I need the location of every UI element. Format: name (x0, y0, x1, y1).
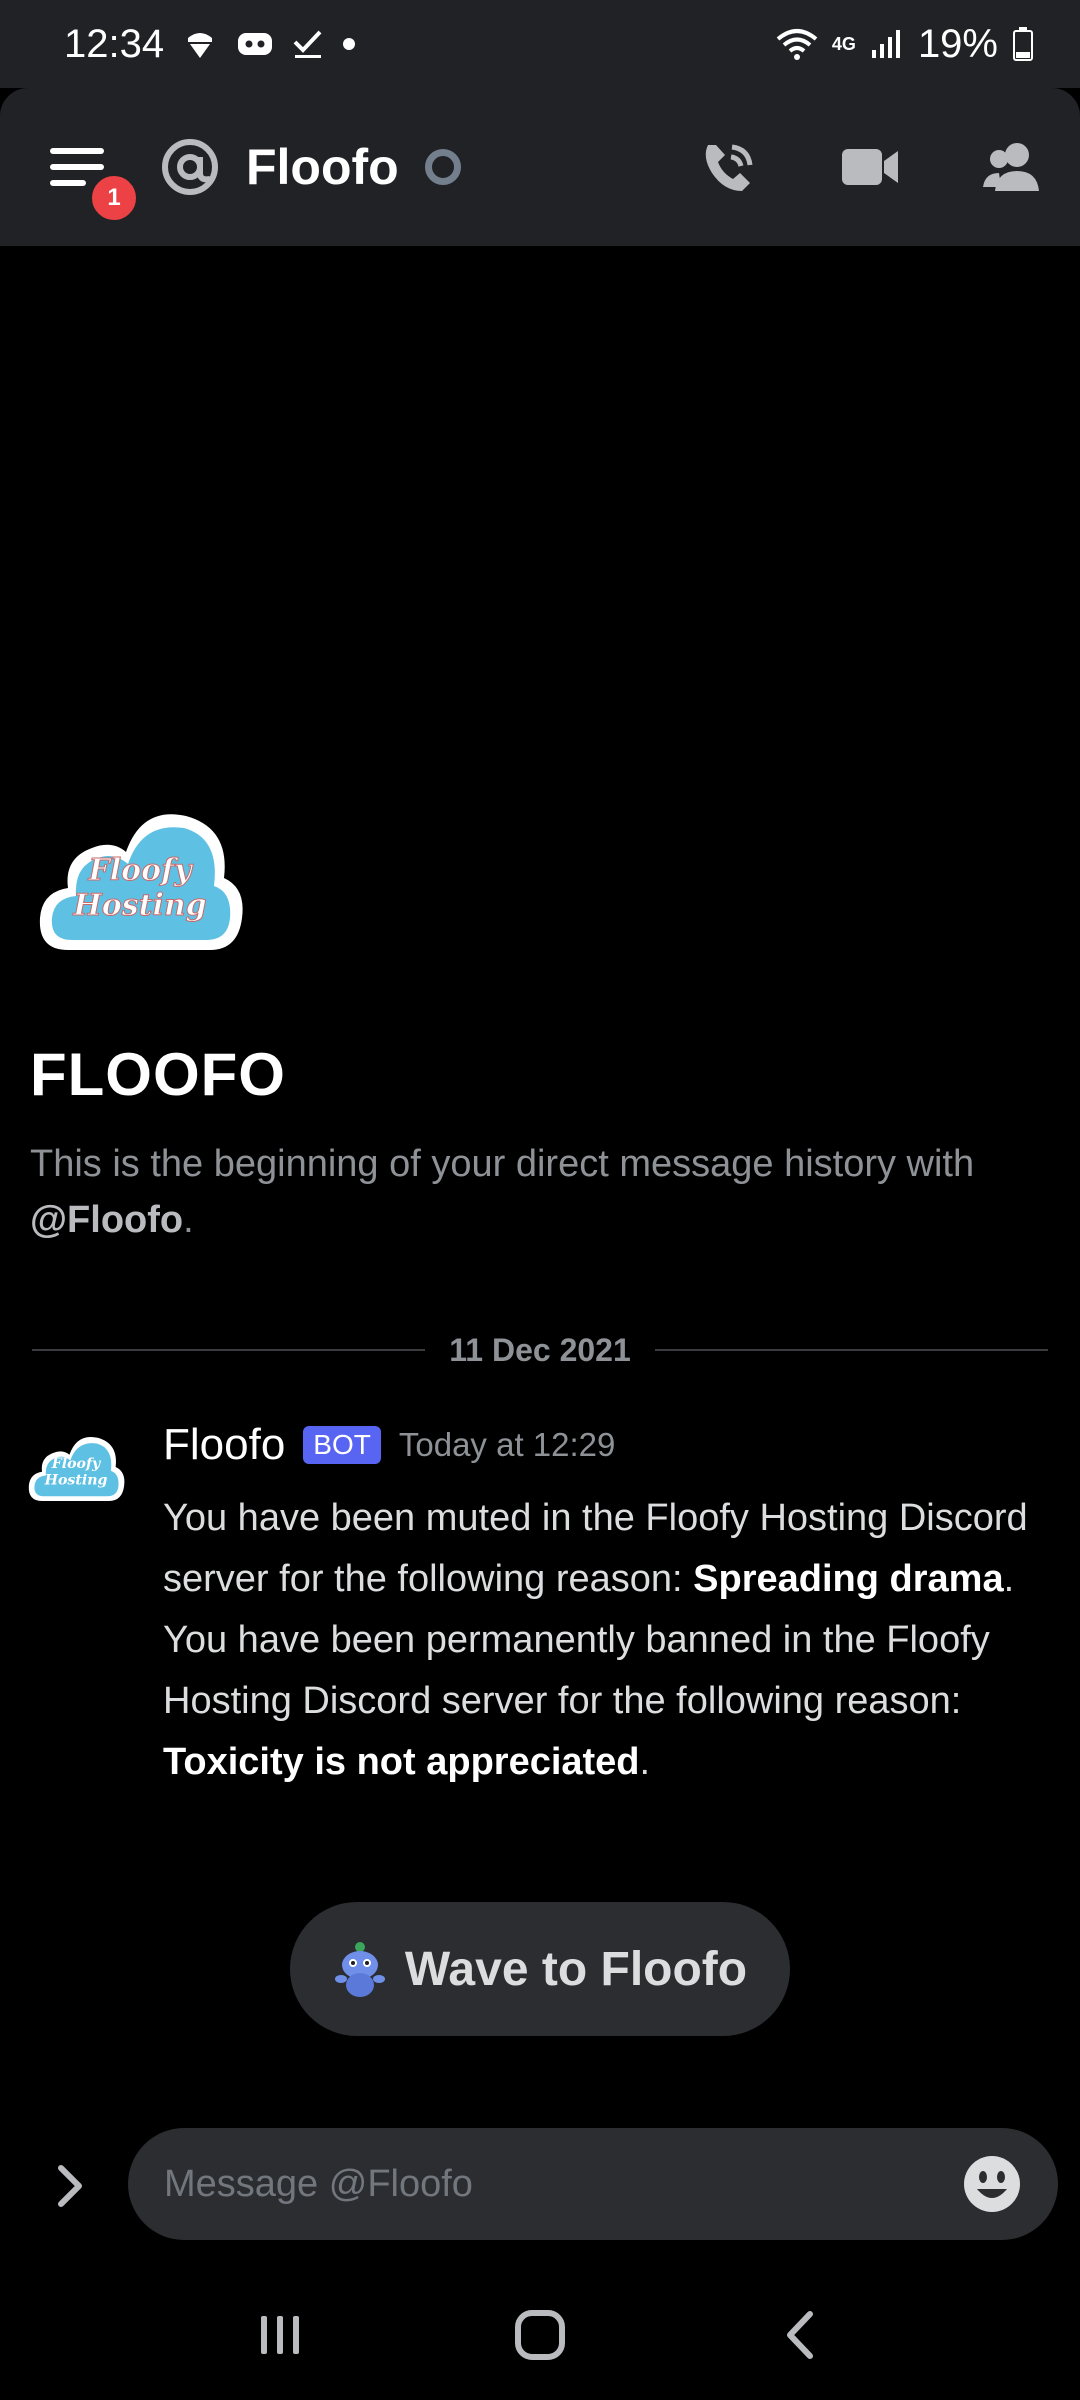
call-button[interactable] (696, 135, 760, 199)
recents-button[interactable] (240, 2295, 320, 2375)
task-check-icon (292, 28, 324, 60)
date-divider: 11 Dec 2021 (32, 1325, 1048, 1375)
video-icon (842, 149, 898, 185)
menu-button[interactable]: 1 (50, 138, 142, 226)
page-title[interactable]: Floofo (246, 138, 399, 196)
message-line2-prefix: You have been permanently banned in the … (163, 1619, 990, 1722)
divider-line-right (654, 1349, 1048, 1351)
expand-actions-button[interactable] (46, 2158, 94, 2214)
svg-text:Hosting: Hosting (44, 1473, 108, 1489)
wave-button[interactable]: Wave to Floofo (290, 1902, 790, 2036)
message-line2-suffix: . (639, 1741, 651, 1783)
dm-recipient-name: FLOOFO (30, 1041, 286, 1108)
battery-percent: 19% (917, 21, 998, 66)
at-icon (160, 137, 220, 197)
video-call-button[interactable] (838, 135, 902, 199)
emoji-button[interactable] (962, 2154, 1022, 2214)
wifi-icon (776, 27, 818, 61)
signal-icon (870, 28, 904, 60)
svg-text:Floofy: Floofy (87, 853, 194, 888)
message-input-placeholder: Message @Floofo (164, 2162, 473, 2205)
message-line: You have been permanently banned in the … (163, 1610, 1063, 1793)
divider-line-left (32, 1349, 426, 1351)
discord-notification-icon (236, 28, 274, 60)
status-time: 12:34 (64, 21, 165, 66)
back-button[interactable] (760, 2295, 840, 2375)
message-avatar[interactable]: Floofy Hosting (26, 1430, 126, 1506)
bot-tag: BOT (303, 1426, 381, 1464)
message-content[interactable]: You have been muted in the Floofy Hostin… (163, 1488, 1063, 1793)
dm-intro-suffix: . (183, 1199, 194, 1241)
status-right: 4G 19% (776, 22, 1034, 67)
svg-text:Hosting: Hosting (72, 888, 206, 923)
intro-avatar: Floofy Hosting (34, 800, 246, 960)
notification-badge: 1 (86, 170, 142, 226)
status-bar: 12:34 4G 19% (0, 0, 1080, 88)
message-author[interactable]: Floofo (163, 1420, 285, 1470)
channel-header: 1 Floofo (0, 88, 1080, 246)
wave-button-label: Wave to Floofo (404, 1942, 748, 1996)
android-notification-icon (182, 26, 218, 62)
home-icon (515, 2310, 565, 2360)
network-type: 4G (831, 33, 856, 54)
message-line1-reason: Spreading drama (693, 1558, 1004, 1600)
dm-intro-text: This is the beginning of your direct mes… (30, 1136, 1050, 1248)
more-notifications-dot-icon (342, 37, 356, 51)
message-timestamp: Today at 12:29 (398, 1426, 616, 1463)
status-idle-icon (424, 149, 461, 185)
members-button[interactable] (980, 135, 1044, 199)
home-button[interactable] (500, 2295, 580, 2375)
battery-icon (1012, 26, 1034, 62)
system-nav-bar (0, 2270, 1080, 2400)
call-icon (705, 144, 753, 191)
message-header: Floofo BOT Today at 12:29 (163, 1420, 615, 1470)
message-line: You have been muted in the Floofy Hostin… (163, 1488, 1063, 1610)
emoji-icon (964, 2156, 1020, 2212)
message-input[interactable]: Message @Floofo (128, 2128, 1058, 2240)
members-icon (983, 143, 1039, 191)
mention-link[interactable]: @Floofo (30, 1199, 183, 1241)
date-divider-label: 11 Dec 2021 (449, 1331, 631, 1368)
message-line1-suffix: . (1003, 1558, 1015, 1600)
wumpus-wave-icon (334, 1942, 385, 1997)
back-icon (787, 2311, 813, 2359)
recents-icon (261, 2316, 299, 2354)
header-actions (696, 135, 1044, 199)
message-line2-reason: Toxicity is not appreciated (163, 1741, 640, 1783)
status-left: 12:34 (64, 22, 356, 67)
chevron-right-icon (58, 2165, 82, 2207)
dm-intro-prefix: This is the beginning of your direct mes… (30, 1143, 975, 1185)
svg-text:Floofy: Floofy (51, 1456, 102, 1472)
